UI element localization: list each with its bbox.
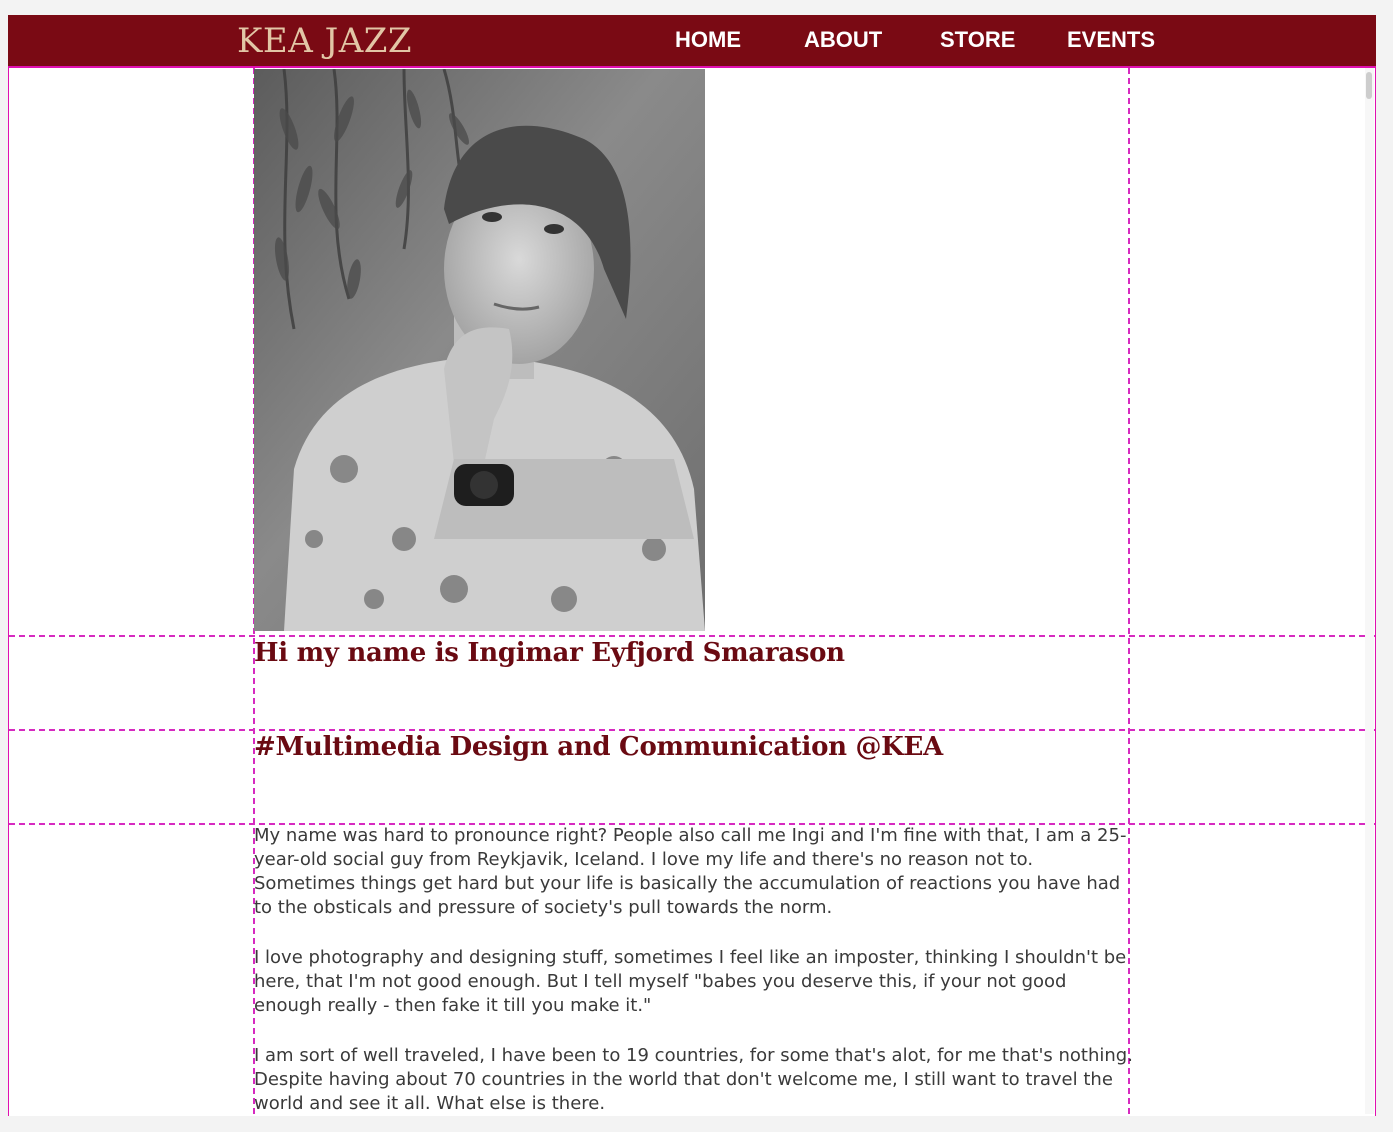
- nav-item-events[interactable]: EVENTS: [1067, 27, 1155, 53]
- program-heading: #Multimedia Design and Communication @KE…: [254, 732, 943, 762]
- bio-text: My name was hard to pronounce right? Peo…: [254, 824, 1134, 1116]
- top-navigation-bar: KEA JAZZ HOME ABOUT STORE EVENTS: [8, 15, 1376, 66]
- nav-item-about[interactable]: ABOUT: [804, 27, 882, 53]
- vertical-scrollbar[interactable]: [1365, 68, 1374, 1114]
- nav-item-store[interactable]: STORE: [940, 27, 1015, 53]
- bio-paragraph: I love photography and designing stuff, …: [254, 947, 1127, 1016]
- page-frame: KEA JAZZ HOME ABOUT STORE EVENTS Hi my n…: [8, 15, 1376, 1116]
- scrollbar-thumb[interactable]: [1366, 72, 1372, 99]
- bio-paragraph: I am sort of well traveled, I have been …: [254, 1045, 1133, 1114]
- intro-heading: Hi my name is Ingimar Eyfjord Smarason: [254, 638, 845, 668]
- site-logo[interactable]: KEA JAZZ: [237, 19, 412, 63]
- nav-item-home[interactable]: HOME: [675, 27, 741, 53]
- bio-paragraph: My name was hard to pronounce right? Peo…: [254, 825, 1127, 918]
- portrait-photo: [254, 69, 705, 631]
